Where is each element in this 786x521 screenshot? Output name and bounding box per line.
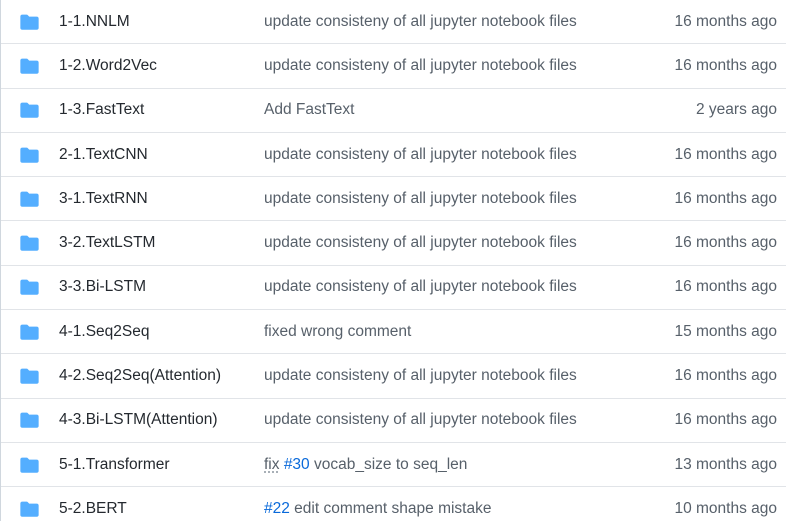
issue-link[interactable]: #30 — [284, 456, 310, 473]
commit-age: 10 months ago — [674, 500, 777, 518]
folder-icon — [20, 58, 39, 74]
commit-age: 16 months ago — [674, 190, 777, 208]
commit-message-link[interactable]: update consisteny of all jupyter noteboo… — [264, 190, 577, 208]
commit-age: 16 months ago — [674, 146, 777, 164]
folder-icon — [20, 368, 39, 384]
folder-name-link[interactable]: 1-3.FastText — [59, 101, 144, 119]
folder-name-link[interactable]: 4-3.Bi-LSTM(Attention) — [59, 411, 218, 429]
commit-age: 16 months ago — [674, 367, 777, 385]
folder-name-link[interactable]: 5-1.Transformer — [59, 456, 170, 474]
commit-message-link[interactable]: update consisteny of all jupyter noteboo… — [264, 278, 577, 296]
file-row[interactable]: 1-3.FastText Add FastText 2 years ago — [1, 89, 786, 133]
commit-message-link[interactable]: edit comment shape mistake — [290, 500, 492, 517]
commit-age: 15 months ago — [674, 323, 777, 341]
folder-icon — [20, 191, 39, 207]
file-row[interactable]: 2-1.TextCNN update consisteny of all jup… — [1, 133, 786, 177]
folder-icon — [20, 147, 39, 163]
folder-icon — [20, 412, 39, 428]
commit-age: 16 months ago — [674, 57, 777, 75]
commit-message-link[interactable]: update consisteny of all jupyter noteboo… — [264, 367, 577, 385]
file-list: 1-1.NNLM update consisteny of all jupyte… — [0, 0, 786, 521]
folder-name-link[interactable]: 3-2.TextLSTM — [59, 234, 155, 252]
issue-link[interactable]: #22 — [264, 500, 290, 517]
commit-message-link[interactable]: fixed wrong comment — [264, 323, 411, 341]
folder-icon — [20, 279, 39, 295]
commit-age: 16 months ago — [674, 411, 777, 429]
file-row[interactable]: 5-1.Transformer fix #30 vocab_size to se… — [1, 443, 786, 487]
folder-name-link[interactable]: 1-2.Word2Vec — [59, 57, 157, 75]
commit-message-link[interactable]: update consisteny of all jupyter noteboo… — [264, 234, 577, 252]
file-row[interactable]: 3-3.Bi-LSTM update consisteny of all jup… — [1, 266, 786, 310]
folder-icon — [20, 14, 39, 30]
commit-age: 16 months ago — [674, 278, 777, 296]
folder-name-link[interactable]: 2-1.TextCNN — [59, 146, 148, 164]
folder-name-link[interactable]: 5-2.BERT — [59, 500, 127, 518]
commit-message-link[interactable]: update consisteny of all jupyter noteboo… — [264, 411, 577, 429]
commit-message-link[interactable]: fix — [264, 456, 280, 473]
commit-age: 16 months ago — [674, 234, 777, 252]
folder-icon — [20, 235, 39, 251]
commit-message: #22 edit comment shape mistake — [264, 500, 491, 518]
folder-name-link[interactable]: 1-1.NNLM — [59, 13, 130, 31]
commit-age: 16 months ago — [674, 13, 777, 31]
commit-message-link[interactable]: update consisteny of all jupyter noteboo… — [264, 13, 577, 31]
commit-message-link[interactable]: update consisteny of all jupyter noteboo… — [264, 57, 577, 75]
folder-name-link[interactable]: 3-3.Bi-LSTM — [59, 278, 146, 296]
commit-message-link[interactable]: Add FastText — [264, 101, 354, 119]
commit-message-link[interactable]: vocab_size to seq_len — [310, 456, 468, 473]
commit-message-link[interactable]: update consisteny of all jupyter noteboo… — [264, 146, 577, 164]
folder-name-link[interactable]: 4-2.Seq2Seq(Attention) — [59, 367, 221, 385]
folder-name-link[interactable]: 3-1.TextRNN — [59, 190, 148, 208]
file-row[interactable]: 1-1.NNLM update consisteny of all jupyte… — [1, 0, 786, 44]
commit-age: 2 years ago — [696, 101, 777, 119]
commit-age: 13 months ago — [674, 456, 777, 474]
file-row[interactable]: 4-2.Seq2Seq(Attention) update consisteny… — [1, 354, 786, 398]
commit-message: fix #30 vocab_size to seq_len — [264, 456, 467, 474]
file-row[interactable]: 4-1.Seq2Seq fixed wrong comment 15 month… — [1, 310, 786, 354]
folder-name-link[interactable]: 4-1.Seq2Seq — [59, 323, 150, 341]
folder-icon — [20, 102, 39, 118]
folder-icon — [20, 501, 39, 517]
folder-icon — [20, 324, 39, 340]
file-row[interactable]: 3-2.TextLSTM update consisteny of all ju… — [1, 221, 786, 265]
file-row[interactable]: 1-2.Word2Vec update consisteny of all ju… — [1, 44, 786, 88]
file-row[interactable]: 5-2.BERT #22 edit comment shape mistake … — [1, 487, 786, 521]
file-row[interactable]: 4-3.Bi-LSTM(Attention) update consisteny… — [1, 399, 786, 443]
folder-icon — [20, 457, 39, 473]
file-row[interactable]: 3-1.TextRNN update consisteny of all jup… — [1, 177, 786, 221]
